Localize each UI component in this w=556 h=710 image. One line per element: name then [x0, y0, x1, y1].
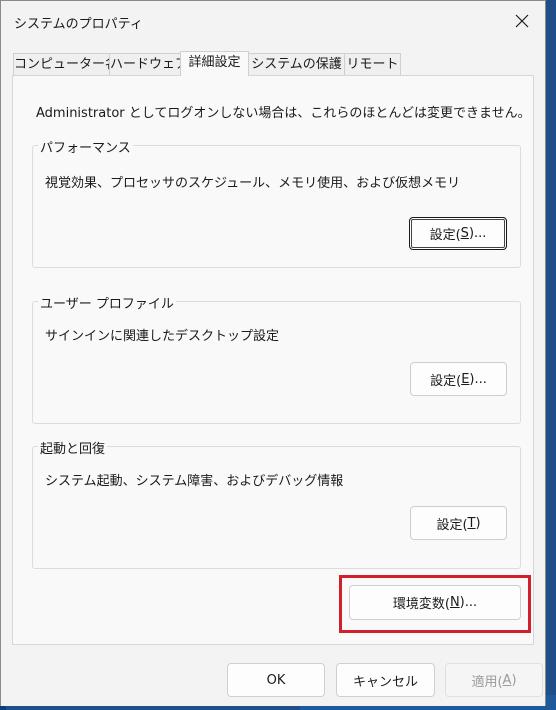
- startup-recovery-description: システム起動、システム障害、およびデバッグ情報: [45, 474, 344, 489]
- user-profiles-settings-label-tail: )...: [469, 371, 487, 387]
- ok-button[interactable]: OK: [227, 663, 325, 697]
- tab-hardware[interactable]: ハードウェア: [109, 53, 188, 75]
- startup-recovery-group-title: 起動と回復: [38, 438, 108, 457]
- user-profiles-group: ユーザー プロファイル サインインに関連したデスクトップ設定 設定(E)...: [32, 293, 521, 424]
- admin-notice: Administrator としてログオンしない場合は、これらのほとんどは変更で…: [36, 106, 531, 121]
- apply-label-tail: ): [511, 672, 517, 688]
- tab-computer-name[interactable]: コンピューター名: [13, 53, 118, 75]
- apply-accesskey: A: [502, 672, 512, 688]
- close-icon: [515, 14, 529, 28]
- startup-recovery-group: 起動と回復 システム起動、システム障害、およびデバッグ情報 設定(T): [32, 438, 521, 569]
- performance-settings-accesskey: S: [460, 226, 469, 241]
- window-title: システムのプロパティ: [14, 17, 143, 32]
- startup-recovery-settings-label: 設定(: [436, 517, 468, 533]
- startup-recovery-settings-button[interactable]: 設定(T): [410, 506, 507, 540]
- startup-recovery-settings-accesskey: T: [467, 515, 476, 531]
- highlight-box: [339, 575, 531, 633]
- apply-label: 適用(: [471, 674, 503, 690]
- startup-recovery-settings-label-tail: ): [475, 515, 481, 531]
- advanced-tab-panel: Administrator としてログオンしない場合は、これらのほとんどは変更で…: [12, 75, 534, 645]
- performance-settings-label: 設定(: [429, 228, 461, 243]
- performance-group: パフォーマンス 視覚効果、プロセッサのスケジュール、メモリ使用、および仮想メモリ…: [32, 137, 521, 268]
- tab-remote[interactable]: リモート: [344, 53, 401, 75]
- user-profiles-settings-accesskey: E: [461, 371, 470, 387]
- performance-description: 視覚効果、プロセッサのスケジュール、メモリ使用、および仮想メモリ: [45, 176, 461, 191]
- performance-settings-button[interactable]: 設定(S)...: [409, 217, 507, 250]
- title-bar: システムのプロパティ: [1, 1, 545, 41]
- system-properties-dialog: システムのプロパティ コンピューター名 ハードウェア 詳細設定 システムの保護 …: [0, 0, 546, 706]
- user-profiles-description: サインインに関連したデスクトップ設定: [45, 329, 280, 344]
- user-profiles-settings-button[interactable]: 設定(E)...: [410, 362, 507, 396]
- tab-advanced[interactable]: 詳細設定: [180, 51, 249, 76]
- close-button[interactable]: [499, 1, 545, 41]
- apply-button[interactable]: 適用(A): [445, 663, 543, 697]
- performance-settings-label-tail: )...: [468, 226, 487, 241]
- tab-system-protection[interactable]: システムの保護: [248, 53, 345, 75]
- dialog-footer: OK キャンセル 適用(A): [1, 646, 545, 706]
- user-profiles-settings-label: 設定(: [430, 373, 462, 389]
- cancel-button[interactable]: キャンセル: [336, 663, 435, 697]
- performance-group-title: パフォーマンス: [38, 137, 133, 156]
- user-profiles-group-title: ユーザー プロファイル: [38, 293, 176, 312]
